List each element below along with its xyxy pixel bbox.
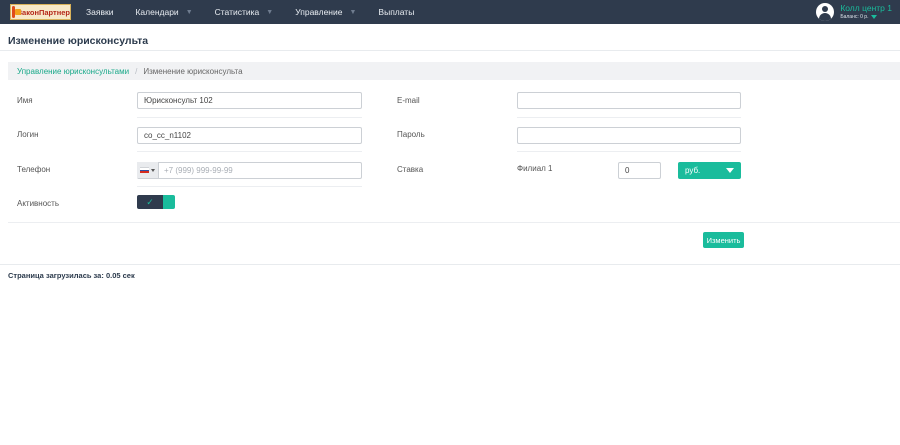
nav-item-statistics[interactable]: Статистика ▼ [215, 7, 274, 17]
currency-value: руб. [685, 166, 701, 175]
nav-item-label: Управление [295, 7, 343, 17]
breadcrumb: Управление юрисконсультами / Изменение ю… [8, 62, 900, 80]
user-menu[interactable]: Колл центр 1 Баланс: 0 р. [816, 2, 892, 22]
nav-item-label: Выплаты [378, 7, 415, 17]
nav-item-calendars[interactable]: Календари ▼ [135, 7, 192, 17]
phone-input[interactable]: +7 (999) 999-99-99 [137, 162, 362, 179]
breadcrumb-link[interactable]: Управление юрисконсультами [17, 67, 129, 76]
chevron-down-icon: ▼ [266, 8, 274, 16]
rate-label: Ставка [397, 165, 424, 174]
caret-down-icon [871, 15, 878, 20]
toggle-knob [163, 195, 175, 209]
name-input[interactable]: Юрисконсульт 102 [137, 92, 362, 109]
nav-item-requests[interactable]: Заявки [86, 7, 113, 17]
user-balance: Баланс: 0 р. [840, 14, 892, 20]
password-input[interactable] [517, 127, 741, 144]
breadcrumb-separator: / [135, 66, 138, 76]
save-button[interactable]: Изменить [703, 232, 744, 248]
divider [137, 186, 362, 187]
divider [137, 151, 362, 152]
logo-mark-icon [12, 6, 23, 18]
phone-label: Телефон [17, 165, 51, 174]
country-selector[interactable] [137, 162, 159, 178]
nav-item-label: Статистика [214, 7, 260, 17]
divider [8, 222, 900, 223]
nav-item-management[interactable]: Управление ▼ [295, 7, 356, 17]
chevron-down-icon: ▼ [185, 8, 193, 16]
nav-item-label: Календари [135, 7, 179, 17]
divider [517, 117, 741, 118]
divider [137, 117, 362, 118]
main-menu: Заявки Календари ▼ Статистика ▼ Управлен… [86, 0, 436, 24]
page-title: Изменение юрисконсульта [8, 35, 149, 47]
active-label: Активность [17, 199, 60, 208]
logo-text: ЗаконПартнер [17, 7, 70, 17]
login-input[interactable]: co_cc_n1102 [137, 127, 362, 144]
email-input[interactable] [517, 92, 741, 109]
password-label: Пароль [397, 130, 425, 139]
check-icon: ✓ [137, 195, 163, 209]
phone-placeholder: +7 (999) 999-99-99 [164, 166, 233, 175]
logo[interactable]: ЗаконПартнер [10, 4, 71, 20]
user-name: Колл центр 1 [840, 3, 892, 14]
divider [0, 50, 900, 51]
user-avatar-icon [816, 3, 835, 21]
nav-item-label: Заявки [86, 7, 114, 17]
breadcrumb-current: Изменение юрисконсульта [143, 66, 243, 76]
active-toggle[interactable]: ✓ [137, 195, 175, 209]
login-label: Логин [17, 130, 39, 139]
branch-label: Филиал 1 [517, 164, 553, 173]
page-load-time: Страница загрузилась за: 0.05 сек [8, 271, 135, 280]
caret-down-icon [151, 168, 155, 172]
name-label: Имя [17, 96, 33, 105]
chevron-down-icon: ▼ [349, 8, 357, 16]
russia-flag-icon [140, 167, 149, 174]
caret-down-icon [726, 168, 734, 173]
top-navbar: ЗаконПартнер Заявки Календари ▼ Статисти… [0, 0, 900, 24]
currency-select[interactable]: руб. [678, 162, 741, 179]
email-label: E-mail [397, 96, 420, 105]
divider [517, 151, 741, 152]
rate-input[interactable]: 0 [618, 162, 661, 179]
nav-item-payouts[interactable]: Выплаты [378, 7, 414, 17]
divider [0, 264, 900, 265]
